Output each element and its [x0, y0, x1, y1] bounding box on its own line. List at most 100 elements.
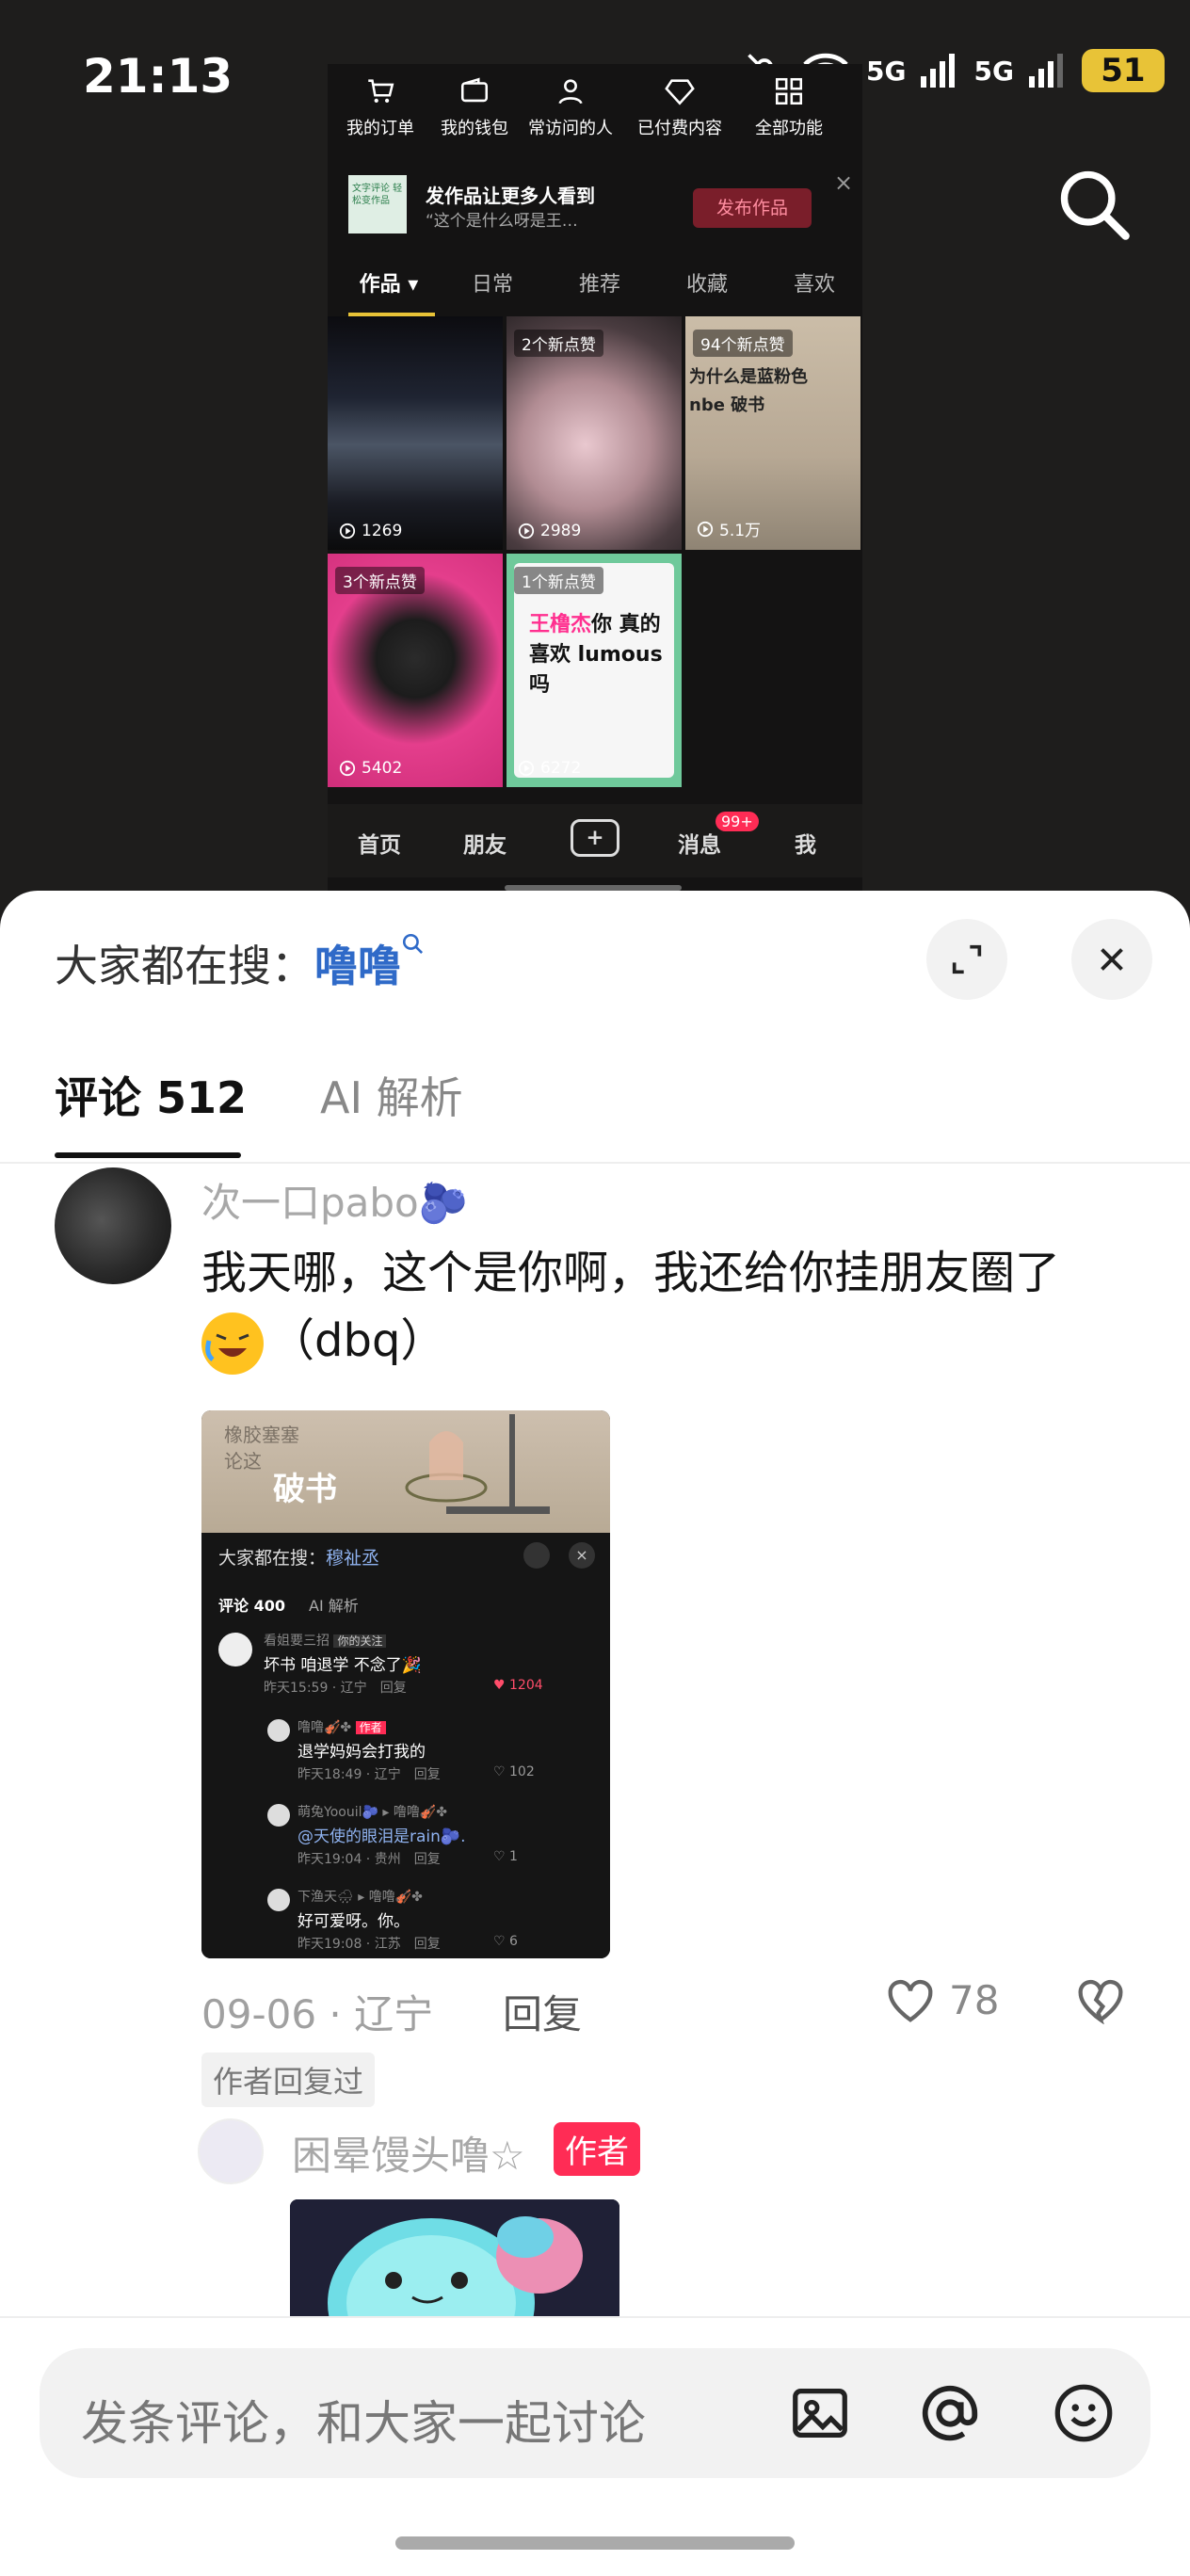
- comment-text: 我天哪，这个是你啊，我还给你挂朋友圈了 （dbq）: [201, 1239, 1143, 1375]
- tile-caption: 为什么是蓝粉色 nbe 破书: [689, 367, 808, 415]
- search-icon: [402, 933, 424, 955]
- reply-image[interactable]: [290, 2199, 619, 2316]
- tool-label: 已付费内容: [637, 119, 722, 138]
- view-count: 6272: [518, 759, 581, 778]
- image-icon: [793, 2389, 847, 2438]
- view-count: 2989: [518, 522, 581, 540]
- image-comment-row: 看姐要三招 你的关注 坏书 咱退学 不念了🎉 昨天15:59 · 辽宁 回复 ♥…: [218, 1631, 595, 1706]
- heart-icon: [888, 1979, 933, 2022]
- new-likes-badge: 1个新点赞: [514, 567, 603, 594]
- avatar[interactable]: [55, 1167, 171, 1284]
- person-icon: [558, 79, 583, 105]
- video-tile[interactable]: 3个新点赞 5402: [328, 554, 503, 787]
- reply-button[interactable]: 回复: [503, 1983, 582, 2040]
- video-tile[interactable]: 94个新点赞 为什么是蓝粉色 nbe 破书 5.1万: [685, 316, 860, 550]
- lab-apparatus-icon: [405, 1414, 550, 1514]
- video-tile[interactable]: 2个新点赞 2989: [507, 316, 682, 550]
- cart-icon: [368, 79, 394, 104]
- tool-label: 我的订单: [346, 119, 414, 138]
- message-badge: 99+: [716, 812, 759, 831]
- avatar[interactable]: [198, 2118, 264, 2184]
- comment-placeholder: 发条评论，和大家一起讨论: [81, 2396, 646, 2451]
- search-icon: [1060, 170, 1130, 240]
- tab-likes[interactable]: 喜欢: [761, 267, 868, 298]
- video-tile[interactable]: 1个新点赞 王橹杰你 真的喜欢 lumous吗 6272: [507, 554, 682, 787]
- comment-image[interactable]: 橡胶塞塞 论这 破书 大家都在搜：穆祉丞 × 评论 400 AI 解析 看姐要三…: [201, 1410, 610, 1958]
- view-count: 5.1万: [697, 517, 761, 540]
- search-button[interactable]: [1054, 165, 1134, 248]
- trending-label: 大家都在搜：: [55, 941, 314, 991]
- new-likes-badge: 94个新点赞: [693, 330, 793, 357]
- nav-plus-button[interactable]: +: [571, 819, 619, 857]
- image-top-text: 破书: [273, 1471, 337, 1508]
- comment-text-main: 我天哪，这个是你啊，我还给你挂朋友圈了: [201, 1247, 1061, 1299]
- author-badge: 作者: [554, 2122, 640, 2176]
- trending-search[interactable]: 大家都在搜：噜噜: [55, 932, 426, 994]
- expand-button[interactable]: [926, 919, 1007, 1000]
- at-icon: [922, 2385, 978, 2441]
- bottom-nav: 首页 朋友 + 消息 99+ 我: [328, 804, 862, 877]
- image-top: 橡胶塞塞 论这 破书: [201, 1410, 610, 1533]
- image-close-icon: ×: [569, 1542, 595, 1569]
- tool-label: 常访问的人: [528, 119, 613, 138]
- nav-messages[interactable]: 消息: [678, 827, 721, 859]
- nav-friends[interactable]: 朋友: [463, 827, 507, 859]
- new-likes-badge: 3个新点赞: [335, 567, 425, 594]
- play-icon: [697, 521, 714, 537]
- view-count: 1269: [339, 522, 402, 540]
- expand-icon: [952, 944, 982, 974]
- tab-ai-analysis[interactable]: AI 解析: [320, 1064, 463, 1126]
- mention-button[interactable]: [917, 2380, 983, 2450]
- author-replied-tag: 作者回复过: [201, 2053, 376, 2107]
- status-time: 21:13: [83, 49, 233, 104]
- play-icon: [339, 523, 356, 539]
- divider: [0, 1162, 1190, 1164]
- tool-all[interactable]: 全部功能: [742, 75, 836, 139]
- tool-wallet[interactable]: 我的钱包: [427, 75, 522, 139]
- nav-me[interactable]: 我: [795, 827, 816, 859]
- nav-home[interactable]: 首页: [358, 827, 401, 859]
- image-button[interactable]: [787, 2380, 853, 2450]
- promo-thumbnail: 文字评论 轻松变作品: [348, 175, 407, 233]
- play-icon: [518, 523, 535, 539]
- promo-subtitle: “这个是什么呀是王…: [426, 212, 578, 231]
- tab-daily[interactable]: 日常: [439, 267, 546, 298]
- promo-title: 发作品让更多人看到: [426, 185, 595, 207]
- play-icon: [339, 760, 356, 777]
- view-count: 5402: [339, 759, 402, 778]
- image-search-label: 大家都在搜：穆祉丞: [218, 1548, 380, 1569]
- tool-paid[interactable]: 已付费内容: [633, 75, 727, 139]
- trending-keyword[interactable]: 噜噜: [314, 941, 401, 991]
- tab-indicator: [55, 1152, 241, 1158]
- wallet-icon: [460, 77, 489, 103]
- image-comment-row: 下渔天🌧 ▸ 噜噜🎻✤ 好可爱呀。你。 昨天19:08 · 江苏 回复 ♡ 6: [267, 1887, 597, 1958]
- grid-icon: [775, 77, 803, 105]
- close-icon[interactable]: ×: [834, 169, 853, 196]
- image-comment-row: 噜噜🎻✤ 作者 退学妈妈会打我的 昨天18:49 · 辽宁 回复 ♡ 102: [267, 1717, 597, 1793]
- signal-icon: [1028, 54, 1063, 88]
- cartoon-axolotl-image: [290, 2199, 619, 2316]
- image-comment-sheet: 大家都在搜：穆祉丞 × 评论 400 AI 解析 看姐要三招 你的关注 坏书 咱…: [201, 1533, 610, 1958]
- close-button[interactable]: [1071, 919, 1152, 1000]
- tab-works[interactable]: 作品 ▾: [335, 267, 442, 298]
- comment-text-suffix: （dbq）: [269, 1314, 446, 1367]
- tab-favorites[interactable]: 收藏: [653, 267, 761, 298]
- like-button[interactable]: 78: [883, 1975, 999, 2024]
- tool-orders[interactable]: 我的订单: [333, 75, 427, 139]
- video-tile[interactable]: 1269: [328, 316, 503, 550]
- diamond-icon: [665, 79, 695, 105]
- laughing-emoji-icon: [201, 1312, 264, 1375]
- publish-button[interactable]: 发布作品: [693, 188, 812, 228]
- tool-frequent[interactable]: 常访问的人: [523, 75, 618, 139]
- tab-comments[interactable]: 评论 512: [55, 1064, 247, 1126]
- tool-label: 我的钱包: [441, 119, 508, 138]
- emoji-button[interactable]: [1051, 2380, 1117, 2450]
- dislike-button[interactable]: [1073, 1975, 1128, 2028]
- tab-recommend[interactable]: 推荐: [546, 267, 653, 298]
- tile-caption-name: 王橹杰: [529, 613, 592, 636]
- reply-username[interactable]: 困晕馒头噜☆: [292, 2124, 525, 2182]
- promo-banner: 文字评论 轻松变作品 发作品让更多人看到 “这个是什么呀是王… 发布作品 ×: [348, 168, 853, 241]
- close-icon: [1101, 948, 1123, 971]
- comment-username[interactable]: 次一口pabo🫐: [201, 1171, 468, 1229]
- network-label-1: 5G: [866, 55, 907, 87]
